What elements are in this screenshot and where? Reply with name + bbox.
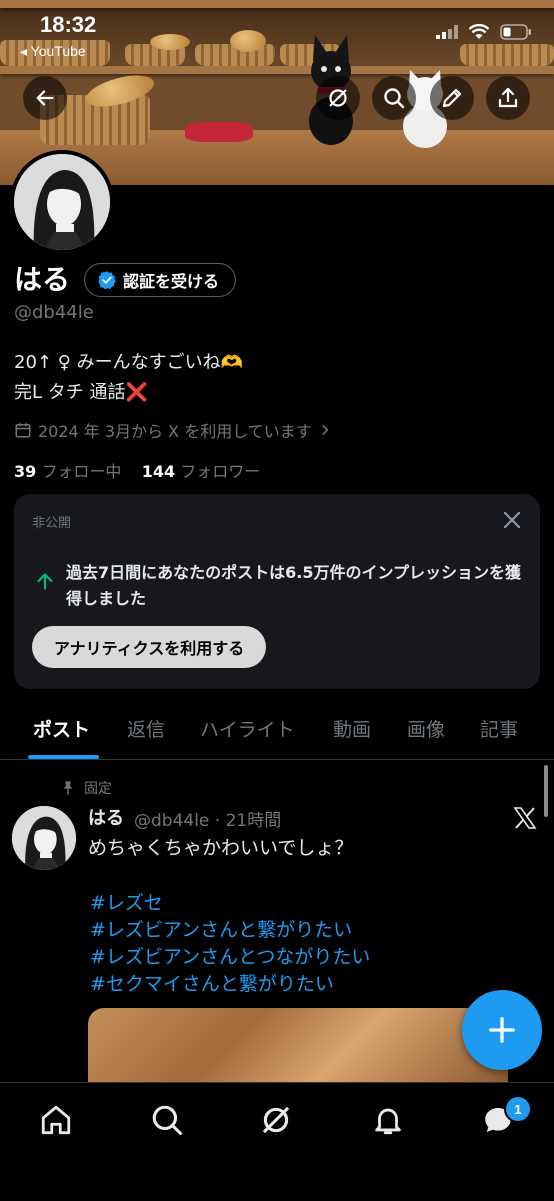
analytics-card: 非公開 過去7日間にあなたのポストは6.5万件のインプレッションを獲得しました … — [14, 494, 540, 689]
search-profile-button[interactable] — [372, 76, 416, 120]
chevron-right-icon — [321, 424, 329, 436]
tab-highlights[interactable]: ハイライト — [200, 715, 295, 742]
following-count: 39 — [14, 462, 37, 481]
followers-label: フォロワー — [180, 462, 261, 481]
close-icon[interactable] — [500, 508, 524, 532]
follow-stats: 39 フォロー中 144 フォロワー — [14, 458, 260, 482]
back-to-app-link[interactable]: ◂ YouTube — [20, 43, 86, 60]
bio-line-2: 完L タチ 通話❌ — [14, 382, 148, 403]
tab-articles[interactable]: 記事 — [480, 715, 518, 742]
arrow-up-icon — [37, 573, 53, 590]
grok-button[interactable] — [316, 76, 360, 120]
back-button[interactable] — [23, 76, 67, 120]
joined-date-text: 2024 年 3月から X を利用しています — [38, 422, 312, 441]
following-link[interactable]: 39 フォロー中 — [14, 462, 121, 481]
hashtag-link[interactable]: #レズビアンさんとつながりたい — [90, 942, 370, 969]
use-analytics-button[interactable]: アナリティクスを利用する — [32, 626, 267, 668]
wifi-icon — [468, 24, 490, 39]
avatar-image — [14, 154, 110, 250]
pinned-indicator: 固定 — [60, 778, 112, 798]
battery-icon — [500, 24, 531, 40]
edit-profile-button[interactable] — [430, 76, 474, 120]
followers-count: 144 — [141, 462, 176, 481]
profile-avatar[interactable] — [10, 150, 114, 254]
following-label: フォロー中 — [41, 462, 122, 481]
pencil-icon — [442, 88, 462, 108]
impressions-message: 過去7日間にあなたのポストは6.5万件のインプレッションを獲得しました — [66, 563, 521, 608]
avatar-image — [12, 806, 76, 870]
hashtag-link[interactable]: #セクマイさんと繋がりたい — [90, 969, 334, 996]
post-meta: @db44le · 21時間 — [134, 811, 282, 831]
scrollbar[interactable] — [544, 765, 548, 817]
tab-videos[interactable]: 動画 — [333, 715, 371, 742]
post-text: めちゃくちゃかわいいでしょ？ — [88, 837, 354, 859]
post-author-avatar[interactable] — [12, 806, 76, 870]
pinned-label: 固定 — [84, 781, 112, 797]
profile-tabs: ポスト 返信 ハイライト 動画 画像 記事 — [0, 705, 554, 760]
x-logo-icon[interactable] — [512, 806, 538, 830]
arrow-left-icon — [36, 90, 54, 106]
status-time: 18:32 — [40, 12, 97, 37]
get-verified-label: 認証を受ける — [123, 272, 220, 291]
calendar-icon — [15, 423, 31, 438]
plus-icon — [489, 1017, 515, 1043]
bottom-nav: 1 — [0, 1082, 554, 1201]
get-verified-button[interactable]: 認証を受ける — [84, 263, 237, 297]
tab-images[interactable]: 画像 — [407, 715, 445, 742]
post-image[interactable] — [88, 1008, 508, 1088]
profile-handle: @db44le — [14, 302, 94, 323]
joined-date[interactable]: 2024 年 3月から X を利用しています — [14, 418, 332, 442]
share-icon — [498, 87, 518, 108]
private-label: 非公開 — [32, 516, 72, 531]
home-icon[interactable] — [39, 1103, 73, 1137]
compose-button[interactable] — [462, 990, 542, 1070]
grok-icon[interactable] — [259, 1103, 293, 1137]
status-icons — [436, 20, 532, 44]
display-name: はる — [14, 263, 71, 296]
grok-icon — [329, 89, 347, 107]
hashtag-link[interactable]: #レズセ — [90, 888, 163, 915]
notification-badge: 1 — [504, 1095, 532, 1123]
signal-icon — [436, 25, 458, 39]
search-icon[interactable] — [150, 1103, 184, 1137]
post-author-name[interactable]: はる — [88, 804, 124, 830]
tab-posts[interactable]: ポスト — [33, 715, 90, 742]
followers-link[interactable]: 144 フォロワー — [142, 462, 261, 481]
tab-replies[interactable]: 返信 — [127, 715, 165, 742]
active-tab-indicator — [28, 755, 99, 759]
share-button[interactable] — [486, 76, 530, 120]
verified-badge-icon — [98, 271, 116, 290]
pin-icon — [63, 781, 73, 795]
search-icon — [384, 88, 405, 109]
bio-line-1: 20↑ ♀ みーんなすごいね🫶 — [14, 352, 244, 373]
bell-icon[interactable] — [371, 1103, 405, 1137]
hashtag-link[interactable]: #レズビアンさんと繋がりたい — [90, 915, 352, 942]
